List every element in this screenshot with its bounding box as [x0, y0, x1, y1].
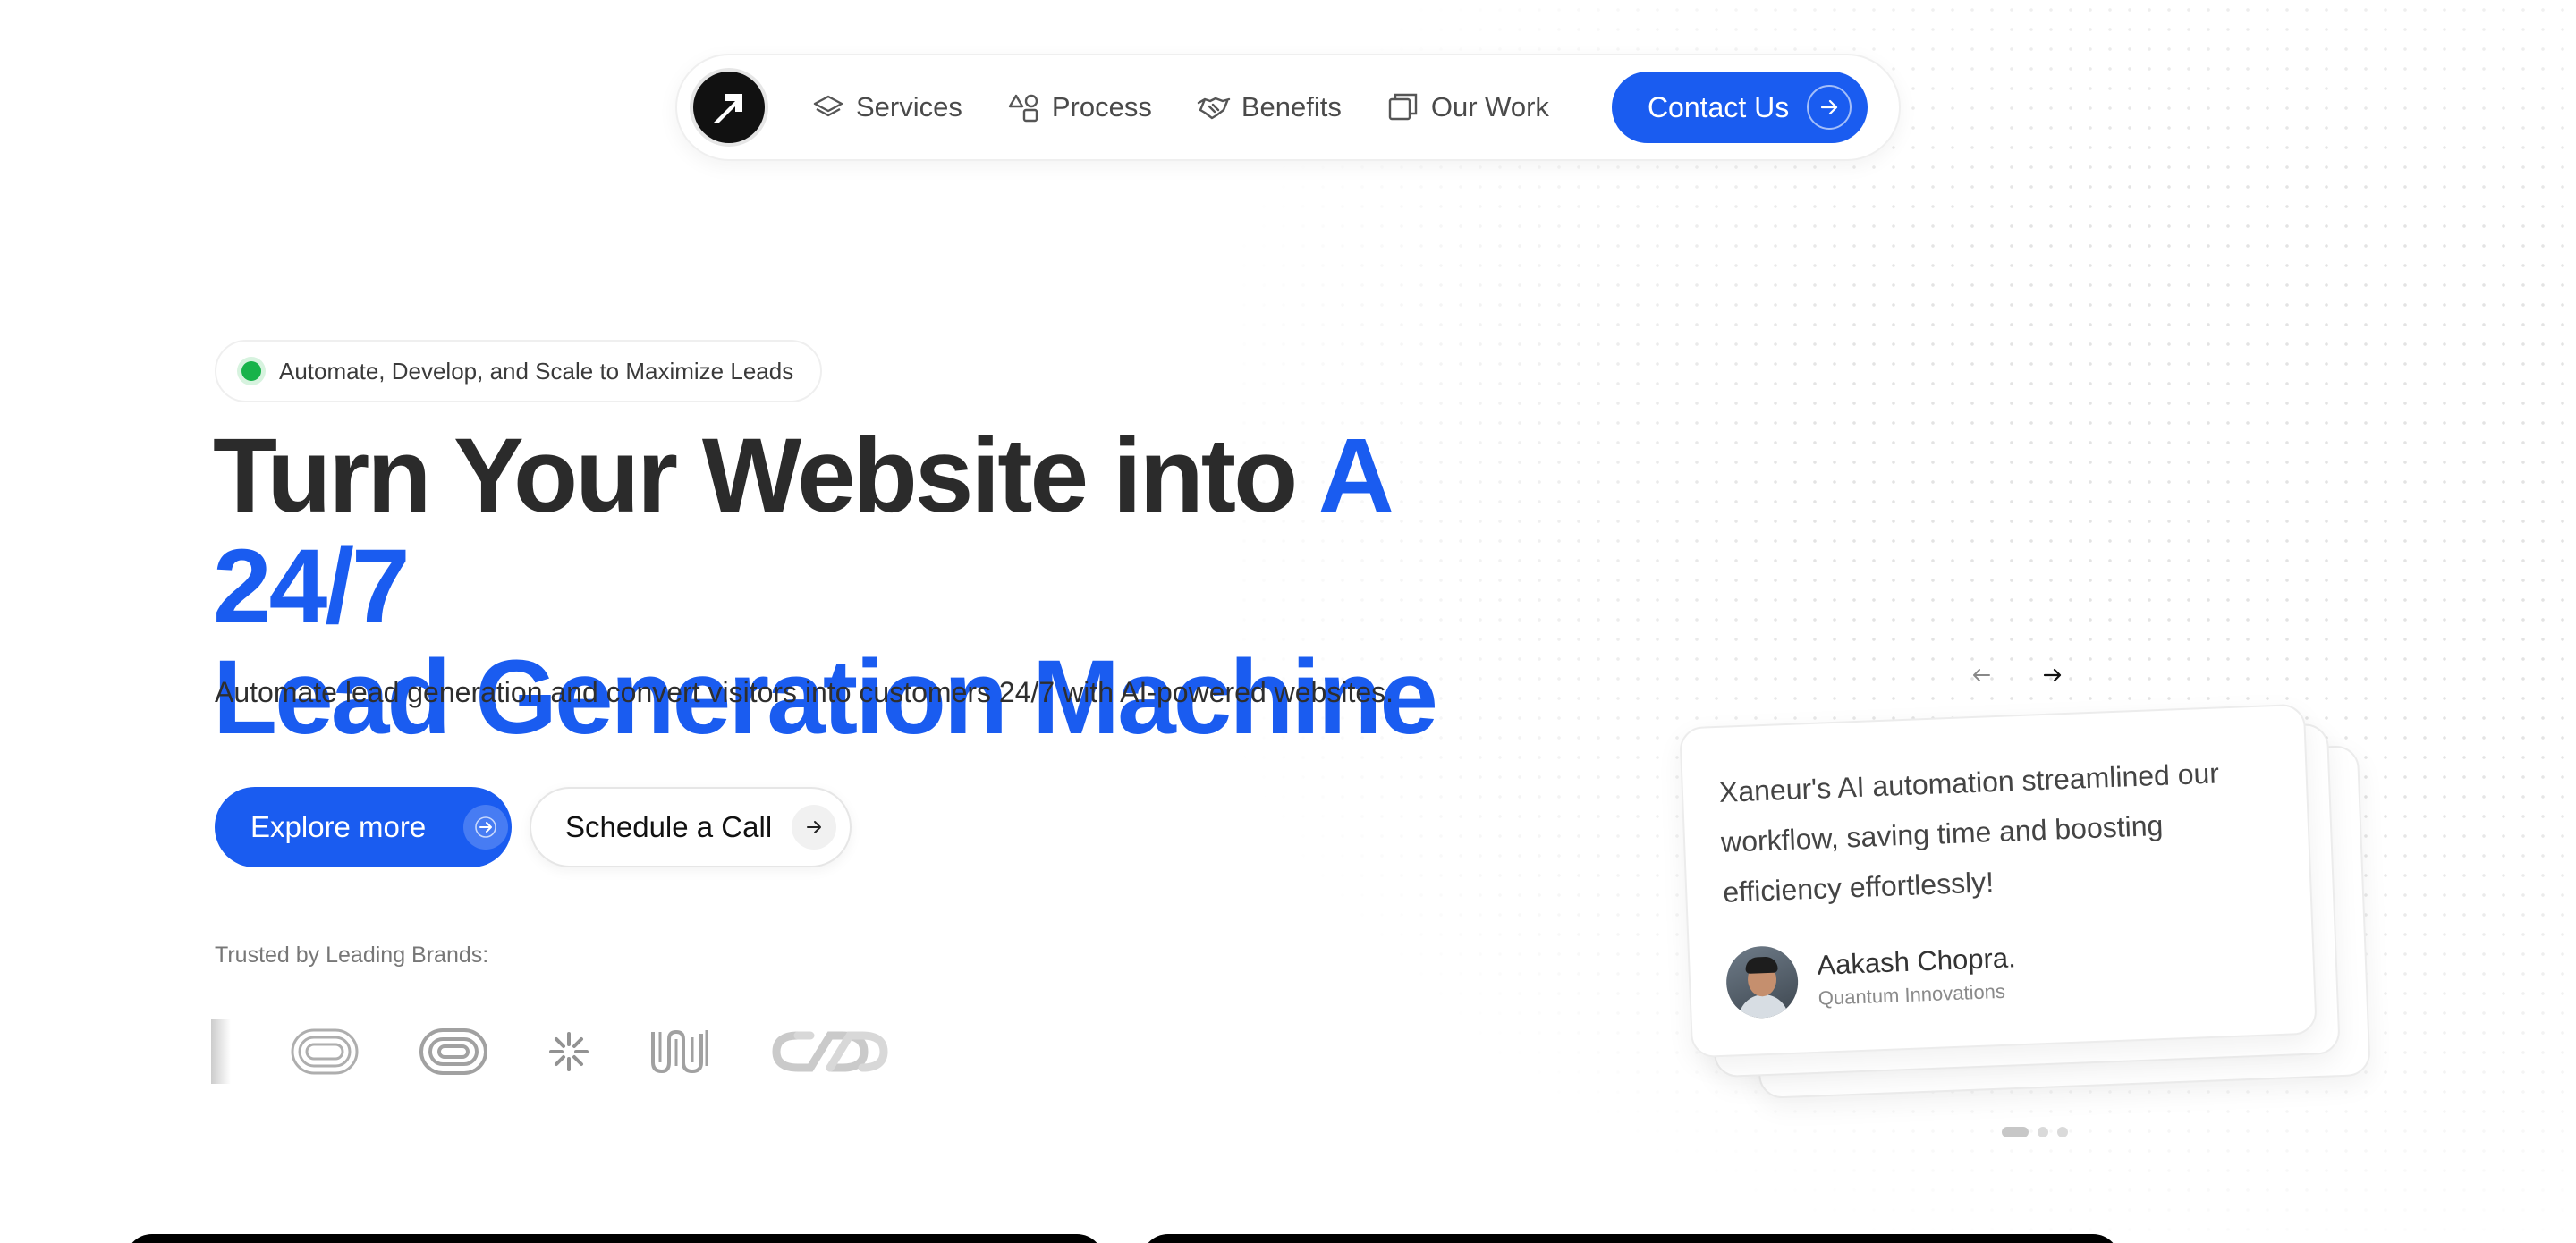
explore-label: Explore more [250, 810, 427, 843]
pager-dot[interactable] [2057, 1127, 2068, 1137]
brand-logo-burst-icon [549, 1032, 589, 1071]
feature-card-right [1141, 1234, 2120, 1243]
hero-title-part1: Turn Your Website into [213, 417, 1318, 535]
contact-us-button[interactable]: Contact Us [1611, 72, 1868, 143]
brand-logo-wave-icon [651, 1029, 708, 1074]
explore-more-button[interactable]: Explore more [215, 787, 512, 867]
author-name: Aakash Chopra. [1816, 942, 2017, 981]
badge-text: Automate, Develop, and Scale to Maximize… [279, 357, 794, 385]
hero-subtitle: Automate lead generation and convert vis… [215, 676, 1394, 708]
brand-logo-rings-icon [419, 1028, 487, 1075]
testimonial-pager [2002, 1127, 2068, 1137]
testimonial-author: Aakash Chopra. Quantum Innovations [1724, 926, 2279, 1019]
schedule-label: Schedule a Call [565, 810, 773, 843]
brand-logo-loops-icon [291, 1028, 359, 1075]
testimonial-quote: Xaneur's AI automation streamlined our w… [1718, 757, 2220, 909]
schedule-call-button[interactable]: Schedule a Call [530, 787, 852, 867]
testimonial-card: Xaneur's AI automation streamlined our w… [1679, 703, 2318, 1059]
layers-icon [813, 95, 843, 117]
brand-logos-row [215, 1019, 912, 1084]
nav-label: Process [1051, 91, 1152, 123]
arrow-right-icon [792, 805, 837, 850]
arrow-right-icon[interactable] [2035, 657, 2071, 693]
arrow-left-icon[interactable] [1963, 657, 1999, 693]
trusted-label: Trusted by Leading Brands: [215, 943, 489, 968]
feature-card-left [125, 1234, 1104, 1243]
shapes-icon [1008, 94, 1038, 123]
nav-label: Benefits [1241, 91, 1342, 123]
arrow-logo-icon [714, 94, 742, 123]
nav-item-services[interactable]: Services [811, 90, 962, 124]
brand-logo-chain-icon [772, 1031, 888, 1072]
top-navigation: Services Process Benefits Our Work Conta… [675, 54, 1901, 161]
hero-badge: Automate, Develop, and Scale to Maximize… [215, 340, 823, 402]
contact-label: Contact Us [1647, 90, 1790, 123]
arrow-right-icon [463, 805, 509, 850]
nav-label: Services [856, 91, 962, 123]
windows-icon [1388, 93, 1418, 121]
nav-label: Our Work [1430, 91, 1549, 123]
avatar [1724, 944, 1800, 1019]
author-company: Quantum Innovations [1818, 979, 2006, 1010]
pager-dot-active[interactable] [2002, 1127, 2029, 1137]
nav-item-process[interactable]: Process [1007, 90, 1152, 124]
brand-logo[interactable] [693, 72, 765, 143]
nav-item-our-work[interactable]: Our Work [1386, 90, 1549, 124]
status-dot-icon [242, 361, 261, 381]
testimonial-navigation [1963, 657, 2071, 693]
nav-item-benefits[interactable]: Benefits [1197, 90, 1342, 124]
pager-dot[interactable] [2038, 1127, 2048, 1137]
arrow-right-icon [1807, 85, 1852, 130]
handshake-icon [1197, 97, 1231, 120]
